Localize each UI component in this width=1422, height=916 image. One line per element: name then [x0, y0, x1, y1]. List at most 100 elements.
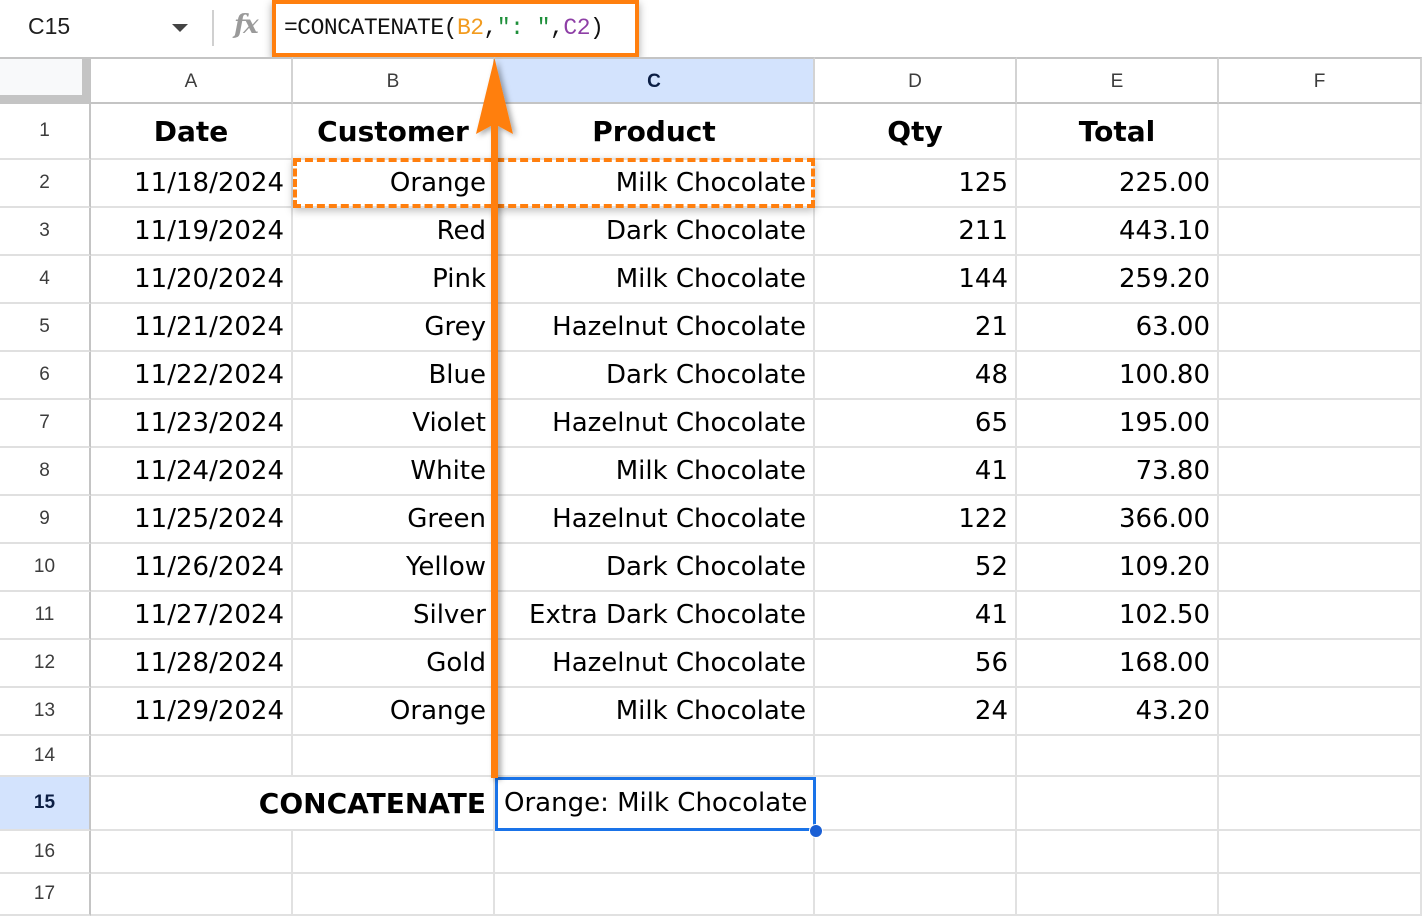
- table-cell-product[interactable]: Dark Chocolate: [495, 544, 815, 592]
- table-cell-customer[interactable]: Orange: [293, 160, 495, 208]
- cell-e17[interactable]: [1017, 874, 1219, 916]
- table-cell-product[interactable]: Milk Chocolate: [495, 160, 815, 208]
- cell-f16[interactable]: [1219, 831, 1422, 874]
- table-cell-total[interactable]: 102.50: [1017, 592, 1219, 640]
- row-header-10[interactable]: 10: [0, 544, 91, 592]
- table-cell-total[interactable]: 225.00: [1017, 160, 1219, 208]
- table-cell-qty[interactable]: 122: [815, 496, 1017, 544]
- table-cell-product[interactable]: Milk Chocolate: [495, 688, 815, 736]
- row-header-11[interactable]: 11: [0, 592, 91, 640]
- cell-e14[interactable]: [1017, 736, 1219, 777]
- row-header-9[interactable]: 9: [0, 496, 91, 544]
- row-header-1[interactable]: 1: [0, 104, 91, 160]
- cell-b14[interactable]: [293, 736, 495, 777]
- row-header-15[interactable]: 15: [0, 777, 91, 831]
- column-header-a[interactable]: A: [91, 57, 293, 104]
- row-header-14[interactable]: 14: [0, 736, 91, 777]
- table-cell-date[interactable]: 11/22/2024: [91, 352, 293, 400]
- table-cell-product[interactable]: Dark Chocolate: [495, 352, 815, 400]
- column-header-b[interactable]: B: [293, 57, 495, 104]
- row-header-16[interactable]: 16: [0, 831, 91, 874]
- table-cell-date[interactable]: 11/23/2024: [91, 400, 293, 448]
- table-cell-date[interactable]: 11/26/2024: [91, 544, 293, 592]
- table-cell-customer[interactable]: Red: [293, 208, 495, 256]
- table-cell-customer[interactable]: Violet: [293, 400, 495, 448]
- header-cell-date[interactable]: Date: [91, 104, 293, 160]
- column-header-d[interactable]: D: [815, 57, 1017, 104]
- table-cell-product[interactable]: Extra Dark Chocolate: [495, 592, 815, 640]
- table-cell-customer[interactable]: Silver: [293, 592, 495, 640]
- table-cell-customer[interactable]: White: [293, 448, 495, 496]
- row-header-17[interactable]: 17: [0, 874, 91, 916]
- cell-a17[interactable]: [91, 874, 293, 916]
- select-all-corner[interactable]: [0, 57, 91, 104]
- column-header-f[interactable]: F: [1219, 57, 1422, 104]
- table-cell-total[interactable]: 109.20: [1017, 544, 1219, 592]
- table-cell-qty[interactable]: 56: [815, 640, 1017, 688]
- table-cell-product[interactable]: Hazelnut Chocolate: [495, 400, 815, 448]
- table-cell-product[interactable]: Hazelnut Chocolate: [495, 496, 815, 544]
- table-cell-product[interactable]: Hazelnut Chocolate: [495, 304, 815, 352]
- table-cell-total[interactable]: 259.20: [1017, 256, 1219, 304]
- name-box[interactable]: C15: [0, 0, 200, 57]
- header-cell-qty[interactable]: Qty: [815, 104, 1017, 160]
- cell-c16[interactable]: [495, 831, 815, 874]
- table-cell-total[interactable]: 100.80: [1017, 352, 1219, 400]
- cell-f4[interactable]: [1219, 256, 1422, 304]
- cell-d15[interactable]: [815, 777, 1017, 831]
- row-header-13[interactable]: 13: [0, 688, 91, 736]
- row-header-3[interactable]: 3: [0, 208, 91, 256]
- table-cell-date[interactable]: 11/25/2024: [91, 496, 293, 544]
- table-cell-total[interactable]: 366.00: [1017, 496, 1219, 544]
- table-cell-customer[interactable]: Pink: [293, 256, 495, 304]
- table-cell-qty[interactable]: 65: [815, 400, 1017, 448]
- cell-e16[interactable]: [1017, 831, 1219, 874]
- table-cell-customer[interactable]: Yellow: [293, 544, 495, 592]
- table-cell-customer[interactable]: Green: [293, 496, 495, 544]
- row-header-6[interactable]: 6: [0, 352, 91, 400]
- cell-f15[interactable]: [1219, 777, 1422, 831]
- table-cell-product[interactable]: Milk Chocolate: [495, 256, 815, 304]
- cell-b16[interactable]: [293, 831, 495, 874]
- table-cell-total[interactable]: 63.00: [1017, 304, 1219, 352]
- cell-d14[interactable]: [815, 736, 1017, 777]
- column-header-e[interactable]: E: [1017, 57, 1219, 104]
- row-header-2[interactable]: 2: [0, 160, 91, 208]
- table-cell-qty[interactable]: 48: [815, 352, 1017, 400]
- table-cell-product[interactable]: Dark Chocolate: [495, 208, 815, 256]
- result-cell-c15[interactable]: Orange: Milk Chocolate: [495, 777, 815, 831]
- table-cell-total[interactable]: 168.00: [1017, 640, 1219, 688]
- cell-f8[interactable]: [1219, 448, 1422, 496]
- header-cell-total[interactable]: Total: [1017, 104, 1219, 160]
- cell-f14[interactable]: [1219, 736, 1422, 777]
- table-cell-product[interactable]: Milk Chocolate: [495, 448, 815, 496]
- table-cell-qty[interactable]: 52: [815, 544, 1017, 592]
- table-cell-qty[interactable]: 211: [815, 208, 1017, 256]
- table-cell-date[interactable]: 11/29/2024: [91, 688, 293, 736]
- row-header-5[interactable]: 5: [0, 304, 91, 352]
- table-cell-total[interactable]: 443.10: [1017, 208, 1219, 256]
- table-cell-date[interactable]: 11/18/2024: [91, 160, 293, 208]
- cell-f9[interactable]: [1219, 496, 1422, 544]
- cell-d17[interactable]: [815, 874, 1017, 916]
- table-cell-qty[interactable]: 41: [815, 592, 1017, 640]
- table-cell-total[interactable]: 195.00: [1017, 400, 1219, 448]
- header-cell-customer[interactable]: Customer: [293, 104, 495, 160]
- table-cell-customer[interactable]: Grey: [293, 304, 495, 352]
- table-cell-date[interactable]: 11/27/2024: [91, 592, 293, 640]
- table-cell-qty[interactable]: 41: [815, 448, 1017, 496]
- cell-f12[interactable]: [1219, 640, 1422, 688]
- table-cell-date[interactable]: 11/19/2024: [91, 208, 293, 256]
- header-cell-product[interactable]: Product: [495, 104, 815, 160]
- table-cell-date[interactable]: 11/20/2024: [91, 256, 293, 304]
- cell-f7[interactable]: [1219, 400, 1422, 448]
- table-cell-date[interactable]: 11/21/2024: [91, 304, 293, 352]
- table-cell-qty[interactable]: 125: [815, 160, 1017, 208]
- cell-d16[interactable]: [815, 831, 1017, 874]
- table-cell-date[interactable]: 11/24/2024: [91, 448, 293, 496]
- row-header-4[interactable]: 4: [0, 256, 91, 304]
- cell-f6[interactable]: [1219, 352, 1422, 400]
- cell-f3[interactable]: [1219, 208, 1422, 256]
- cell-c14[interactable]: [495, 736, 815, 777]
- cell-a14[interactable]: [91, 736, 293, 777]
